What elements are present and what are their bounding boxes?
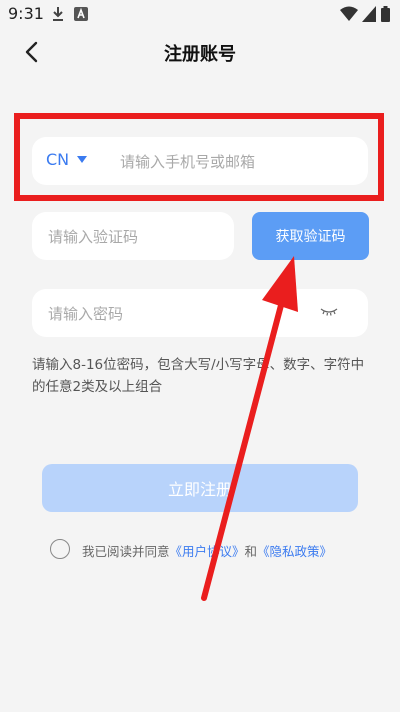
user-agreement-link[interactable]: 《用户协议》 <box>170 544 245 559</box>
password-placeholder: 请输入密码 <box>48 305 124 323</box>
register-button[interactable]: 立即注册 <box>42 464 358 512</box>
get-code-button[interactable]: 获取验证码 <box>252 212 369 260</box>
password-field[interactable]: 请输入密码 <box>32 289 368 337</box>
a-icon <box>74 7 88 21</box>
password-hint: 请输入8-16位密码，包含大写/小写字母、数字、字符中的任意2类及以上组合 <box>32 357 365 395</box>
status-bar: 9:31 <box>0 0 400 28</box>
agreement-and: 和 <box>244 544 258 559</box>
verification-code-placeholder: 请输入验证码 <box>48 228 139 246</box>
status-time: 9:31 <box>8 4 44 23</box>
privacy-policy-link[interactable]: 《隐私政策》 <box>257 544 332 559</box>
agreement-row: 我已阅读并同意《用户协议》和《隐私政策》 <box>50 539 380 561</box>
eye-closed-icon[interactable] <box>320 305 338 319</box>
agreement-checkbox[interactable] <box>50 539 70 559</box>
battery-icon <box>381 6 390 22</box>
signal-icon <box>362 6 376 22</box>
wifi-icon <box>340 6 358 21</box>
verification-code-field[interactable]: 请输入验证码 <box>32 212 234 260</box>
highlight-box <box>14 113 384 201</box>
agreement-text: 我已阅读并同意《用户协议》和《隐私政策》 <box>82 541 332 560</box>
page-title: 注册账号 <box>164 44 236 65</box>
agreement-prefix: 我已阅读并同意 <box>82 544 170 559</box>
download-icon <box>53 7 63 21</box>
